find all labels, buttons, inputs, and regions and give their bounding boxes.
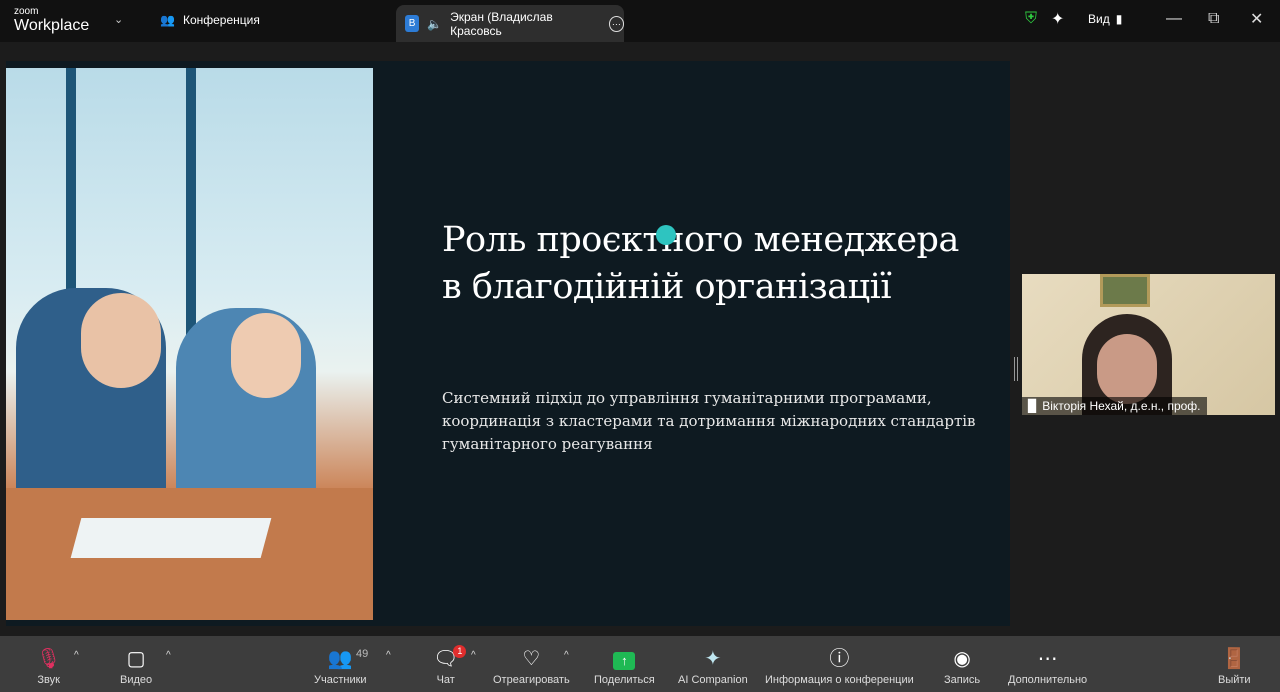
participant-video[interactable]: ▉ Вікторія Нехай, д.е.н., проф. xyxy=(1022,274,1275,415)
zoom-logo: zoom Workplace xyxy=(14,7,89,34)
screen-share-tab[interactable]: В 🔈 Экран (Владислав Красовсь ··· xyxy=(396,5,624,42)
meeting-toolbar: 🎙 Звук ^ ▢ Видео ^ 👥 Участники 49 ^ 🗨 1 Чат ^… xyxy=(0,636,1280,692)
more-label: Дополнительно xyxy=(1008,674,1088,686)
participants-caret-icon[interactable]: ^ xyxy=(386,650,391,661)
participants-icon: 👥 xyxy=(327,648,353,670)
view-icon: ▮ xyxy=(1115,12,1123,26)
tab-label: Экран (Владислав Красовсь xyxy=(450,9,553,38)
share-icon: ↑ xyxy=(613,644,636,674)
mic-muted-icon: 🎙 xyxy=(36,648,62,670)
slide-title: Роль проєктного менеджера в благодійній … xyxy=(442,220,959,307)
title-bar: zoom Workplace ⌄ 👥 Конференция В 🔈 Экран (… xyxy=(0,0,1280,42)
more-button[interactable]: ⋯ Дополнительно xyxy=(1008,636,1087,692)
participants-icon: 👥 xyxy=(160,13,175,27)
participants-button[interactable]: 👥 Участники xyxy=(314,636,367,692)
ai-companion-button[interactable]: ✦ AI Companion xyxy=(678,636,748,692)
audio-caret-icon[interactable]: ^ xyxy=(74,650,79,661)
shield-icon[interactable]: ⛨ xyxy=(1025,8,1037,30)
signal-icon: ▉ xyxy=(1028,399,1038,413)
react-button[interactable]: ♡ Отреагировать xyxy=(493,636,570,692)
ai-label: AI Companion xyxy=(678,674,748,686)
leave-label: Выйти xyxy=(1218,674,1251,686)
pointer-cursor xyxy=(656,225,676,245)
participants-count: 49 xyxy=(356,648,369,660)
chat-badge: 1 xyxy=(453,645,467,658)
chat-button[interactable]: 🗨 1 Чат xyxy=(433,636,467,692)
share-label: Поделиться xyxy=(594,674,655,686)
minimize-icon[interactable]: — xyxy=(1166,8,1182,30)
video-label: Видео xyxy=(120,674,153,686)
meeting-tab[interactable]: 👥 Конференция xyxy=(160,13,260,27)
video-caret-icon[interactable]: ^ xyxy=(166,650,171,661)
view-label: Вид xyxy=(1088,12,1110,26)
slide-illustration xyxy=(6,68,373,620)
meeting-info-button[interactable]: ⓘ Информация о конференции xyxy=(765,636,914,692)
participant-name: Вікторія Нехай, д.е.н., проф. xyxy=(1042,399,1201,413)
close-icon[interactable]: ✕ xyxy=(1250,8,1263,30)
exit-icon: 🚪 xyxy=(1221,648,1247,670)
camera-icon: ▢ xyxy=(126,648,146,670)
speaker-icon: 🔈 xyxy=(427,16,443,31)
chevron-down-icon[interactable]: ⌄ xyxy=(114,13,123,26)
video-button[interactable]: ▢ Видео xyxy=(120,636,152,692)
heart-icon: ♡ xyxy=(522,648,541,670)
record-button[interactable]: ◉ Запись xyxy=(944,636,980,692)
meeting-label: Конференция xyxy=(182,13,260,27)
restore-icon[interactable]: ⧉ xyxy=(1208,8,1219,30)
ai-sparkle-icon: ✦ xyxy=(704,648,722,670)
share-button[interactable]: ↑ Поделиться xyxy=(594,636,655,692)
chat-icon: 🗨 1 xyxy=(433,644,467,674)
audio-label: Звук xyxy=(37,674,60,686)
view-button[interactable]: Вид ▮ xyxy=(1088,8,1122,30)
react-label: Отреагировать xyxy=(493,674,570,686)
logo-big: Workplace xyxy=(14,17,90,34)
record-label: Запись xyxy=(944,674,981,686)
user-badge: В xyxy=(405,15,420,32)
chat-label: Чат xyxy=(436,674,455,686)
resize-handle[interactable] xyxy=(1014,357,1018,381)
react-caret-icon[interactable]: ^ xyxy=(564,650,569,661)
more-icon[interactable]: ··· xyxy=(608,15,624,32)
leave-button[interactable]: 🚪 Выйти xyxy=(1218,636,1251,692)
audio-button[interactable]: 🎙 Звук xyxy=(36,636,61,692)
participants-label: Участники xyxy=(314,674,367,686)
more-icon: ⋯ xyxy=(1037,648,1058,670)
participant-name-tag: ▉ Вікторія Нехай, д.е.н., проф. xyxy=(1022,397,1207,415)
slide-subtitle: Системний підхід до управління гуманітар… xyxy=(442,389,976,453)
chat-caret-icon[interactable]: ^ xyxy=(471,650,476,661)
sparkle-icon[interactable]: ✦ xyxy=(1051,8,1064,30)
logo-small: zoom xyxy=(14,6,39,17)
info-label: Информация о конференции xyxy=(765,674,914,686)
info-icon: ⓘ xyxy=(829,648,850,670)
record-icon: ◉ xyxy=(953,648,971,670)
shared-slide: Роль проєктного менеджера в благодійній … xyxy=(6,61,1010,626)
